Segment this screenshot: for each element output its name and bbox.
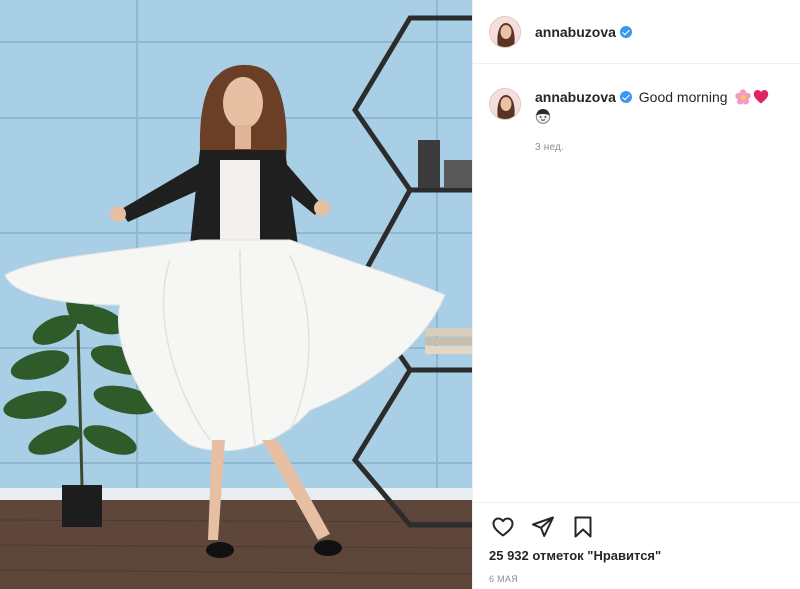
caption-comment: annabuzova Good morning — [473, 64, 800, 128]
post-date[interactable]: 6 мая — [489, 574, 518, 584]
heart-emoji-icon — [754, 90, 769, 104]
caption-text: Good morning — [638, 89, 728, 105]
likes-count[interactable]: 25 932 отметок "Нравится" — [489, 548, 661, 563]
photo-illustration — [0, 0, 472, 589]
save-button[interactable] — [569, 513, 597, 541]
post-photo[interactable] — [0, 0, 472, 589]
caption-emojis — [735, 89, 769, 105]
verified-badge-icon — [619, 91, 632, 103]
post-header: annabuzova — [473, 0, 800, 64]
comment-username[interactable]: annabuzova — [535, 89, 616, 105]
comment-time[interactable]: 3 нед. — [535, 142, 800, 153]
comment-avatar[interactable] — [489, 88, 521, 120]
like-button[interactable] — [489, 513, 517, 541]
share-plane-icon — [532, 516, 554, 537]
instagram-post: annabuzova annabuzova Good morning 3 нед… — [0, 0, 800, 589]
heart-outline-icon — [492, 517, 514, 536]
share-button[interactable] — [529, 513, 557, 541]
action-bar — [473, 502, 800, 550]
post-side-panel: annabuzova annabuzova Good morning 3 нед… — [472, 0, 800, 589]
avatar[interactable] — [489, 15, 521, 48]
header-username[interactable]: annabuzova — [535, 24, 632, 40]
flower-emoji-icon — [735, 89, 752, 105]
face-emoji-icon — [535, 109, 551, 124]
verified-badge-icon — [619, 25, 632, 38]
caption-emoji-line — [535, 108, 769, 128]
bookmark-icon — [574, 516, 592, 537]
comment-body: annabuzova Good morning — [535, 88, 769, 128]
